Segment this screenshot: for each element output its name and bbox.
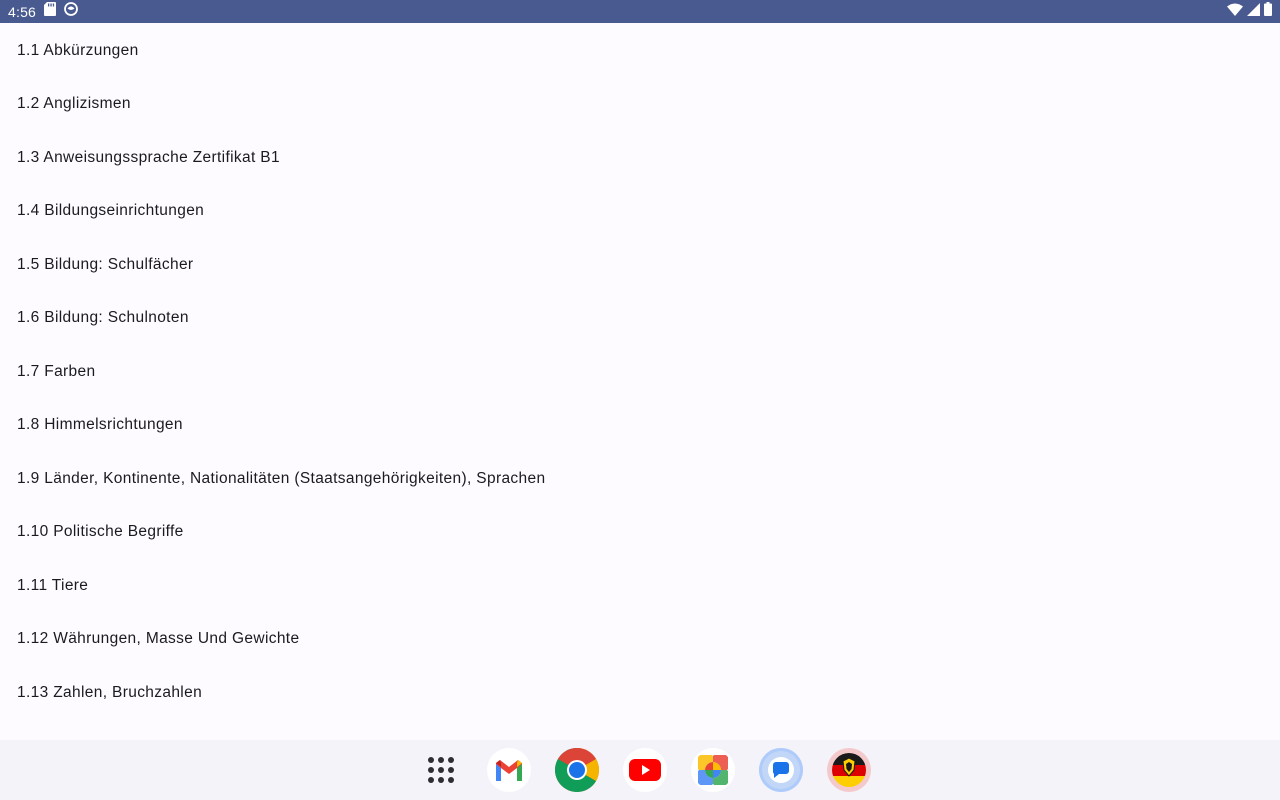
german-flag-app-icon[interactable] [827, 748, 871, 792]
status-bar: 4:56 [0, 0, 1280, 23]
battery-icon [1264, 2, 1272, 21]
list-item[interactable]: 1.2 Anglizismen [0, 78, 1280, 132]
status-time: 4:56 [8, 3, 37, 20]
app-drawer-icon[interactable] [419, 748, 463, 792]
list-item[interactable]: 1.6 Bildung: Schulnoten [0, 292, 1280, 346]
chrome-icon[interactable] [555, 748, 599, 792]
app-notification-icon [64, 2, 78, 21]
wifi-icon [1227, 3, 1243, 21]
list-item[interactable]: 1.1 Abkürzungen [0, 24, 1280, 78]
list-item[interactable]: 1.7 Farben [0, 345, 1280, 399]
app-dock [419, 748, 871, 792]
list-item[interactable]: 1.9 Länder, Kontinente, Nationalitäten (… [0, 452, 1280, 506]
taskbar [0, 740, 1280, 800]
list-item[interactable]: 1.13 Zahlen, Bruchzahlen [0, 666, 1280, 720]
list-item[interactable]: 1.12 Währungen, Masse Und Gewichte [0, 613, 1280, 667]
photos-icon[interactable] [691, 748, 735, 792]
list-item[interactable]: 1.3 Anweisungssprache Zertifikat B1 [0, 131, 1280, 185]
gmail-icon[interactable] [487, 748, 531, 792]
list-item[interactable]: 1.5 Bildung: Schulfächer [0, 238, 1280, 292]
sd-card-icon [44, 2, 57, 21]
list-item[interactable]: 1.11 Tiere [0, 559, 1280, 613]
list-item[interactable]: 1.10 Politische Begriffe [0, 506, 1280, 560]
cellular-signal-icon [1247, 2, 1260, 21]
list-item[interactable]: 1.4 Bildungseinrichtungen [0, 185, 1280, 239]
list-item[interactable]: 1.8 Himmelsrichtungen [0, 399, 1280, 453]
topic-list: 1.1 Abkürzungen 1.2 Anglizismen 1.3 Anwe… [0, 24, 1280, 740]
messages-icon[interactable] [759, 748, 803, 792]
youtube-icon[interactable] [623, 748, 667, 792]
